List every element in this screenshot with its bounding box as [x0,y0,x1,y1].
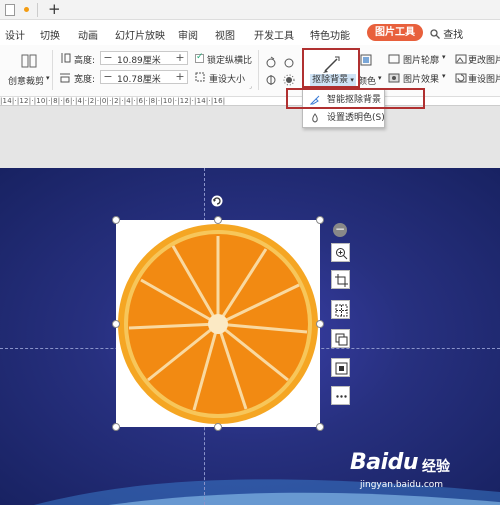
reset-picture-icon[interactable] [455,72,467,84]
height-stepper[interactable]: − 10.89厘米 + [100,51,188,66]
menu-item-set-transparent-color[interactable]: 设置透明色(S) [303,109,385,127]
rotate-left-icon[interactable] [265,56,277,68]
resize-handle-top-left[interactable] [112,216,120,224]
baidu-watermark: Baidu 经验 jingyan.baidu.com [350,450,450,490]
more-icon [336,395,347,398]
layer-button[interactable] [331,329,350,348]
height-input[interactable]: 10.89厘米 [117,53,161,66]
rotate-right-icon[interactable] [283,56,295,68]
menu-developer[interactable]: 开发工具 [254,27,294,42]
width-label: 宽度: [74,75,96,85]
outline-dropdown-arrow-icon[interactable]: ▾ [442,53,446,61]
unsaved-dot-icon [24,7,29,12]
menu-animations[interactable]: 动画 [78,27,98,42]
height-increase-button[interactable]: + [174,51,186,64]
reset-picture-button[interactable]: 重设图片 [468,72,500,85]
remove-background-label: 抠除背景 ▾ [310,74,356,86]
lock-ratio-label[interactable]: 锁定纵横比 [207,53,252,66]
width-stepper[interactable]: − 10.78厘米 + [100,70,188,85]
picture-outline-button[interactable]: 图片轮廓 [403,53,439,66]
picture-outline-icon[interactable] [388,53,400,65]
height-decrease-button[interactable]: − [102,51,114,64]
horizontal-ruler: |14|·|12|·|10|·|8|·|6|·|4|·|2|·|0|·|2|·|… [0,97,500,106]
resize-handle-bottom-right[interactable] [316,423,324,431]
search-icon [430,29,440,39]
crop-button[interactable] [331,270,350,289]
divider [258,50,259,90]
wrap-icon [335,362,348,375]
orange-picture[interactable] [116,220,320,427]
height-label: 高度: [74,56,96,66]
flip-icon[interactable] [265,74,277,86]
width-increase-button[interactable]: + [174,70,186,83]
menu-design[interactable]: 设计 [5,27,25,42]
rotate-handle-icon[interactable] [211,195,223,207]
menu-slideshow[interactable]: 幻灯片放映 [115,27,165,42]
ruler-scale: |14|·|12|·|10|·|8|·|6|·|4|·|2|·|0|·|2|·|… [0,97,226,105]
smart-remove-icon [310,95,320,105]
creative-crop-icon[interactable] [21,53,37,69]
menu-item-smart-remove-background[interactable]: 智能抠除背景 [303,91,384,109]
editor-workspace [0,106,500,168]
document-icon [5,4,15,16]
menu-bar: 设计 切换 动画 幻灯片放映 审阅 视图 开发工具 特色功能 图片工具 查找 [0,21,500,45]
height-icon [61,53,71,63]
change-picture-icon[interactable] [455,53,467,65]
remove-background-menu: 智能抠除背景 设置透明色(S) [302,88,385,128]
resize-handle-right[interactable] [316,320,324,328]
picture-effect-button[interactable]: 图片效果 [403,72,439,85]
grid-button[interactable] [331,300,350,319]
watermark-brand: Baidu [350,450,419,475]
menu-view[interactable]: 视图 [215,27,235,42]
dialog-launcher-icon[interactable]: ⌟ [249,83,252,90]
color-icon[interactable] [360,54,372,66]
resize-handle-bottom[interactable] [214,423,222,431]
resize-handle-top-right[interactable] [316,216,324,224]
menu-special-features[interactable]: 特色功能 [310,27,350,42]
width-icon [60,73,70,83]
resize-handle-bottom-left[interactable] [112,423,120,431]
zoom-button[interactable] [331,243,350,262]
more-button[interactable] [331,386,350,405]
reset-size-button[interactable]: 重设大小 [209,72,245,85]
color-dropdown-arrow-icon[interactable]: ▾ [378,74,382,82]
crop-icon [335,274,348,287]
resize-handle-top[interactable] [214,216,222,224]
new-tab-plus-icon[interactable]: + [48,1,61,17]
watermark-sub: 经验 [422,459,450,475]
picture-effect-icon[interactable] [388,72,400,84]
menu-review[interactable]: 审阅 [178,27,198,42]
tab-picture-tools[interactable]: 图片工具 [367,24,423,41]
search-label: 查找 [443,30,464,41]
creative-crop-button[interactable]: 创意裁剪 [8,74,44,87]
slide-canvas[interactable]: − Baidu 经验 jingyan.baidu.com [0,168,500,505]
effect-dropdown-arrow-icon[interactable]: ▾ [442,72,446,80]
width-input[interactable]: 10.78厘米 [117,72,161,85]
grid-icon [335,304,348,317]
zoom-icon [336,248,348,260]
transparent-color-icon [312,113,318,123]
brightness-icon[interactable] [283,74,295,86]
width-decrease-button[interactable]: − [102,70,114,83]
wrap-button[interactable] [331,358,350,377]
title-bar: + [0,0,500,20]
change-picture-button[interactable]: 更改图片 [468,53,500,66]
resize-handle-left[interactable] [112,320,120,328]
remove-background-button[interactable]: 抠除背景 ▾ [302,48,360,88]
divider [52,50,53,90]
dropdown-arrow-icon[interactable]: ▾ [46,74,50,82]
watermark-url: jingyan.baidu.com [360,480,444,490]
tab-divider [37,3,38,17]
color-button[interactable]: 颜色 [358,74,376,87]
orange-slice-image [118,224,318,424]
search-button[interactable]: 查找 [430,26,463,41]
menu-transitions[interactable]: 切换 [40,27,60,42]
layer-icon [335,333,348,346]
picture-toolbar: 创意裁剪 ▾ 高度: − 10.89厘米 + 宽度: − 10.78厘米 + 锁… [0,45,500,97]
collapse-toolbar-button[interactable]: − [333,223,347,237]
lock-ratio-checkbox[interactable] [195,52,204,63]
reset-size-icon[interactable] [195,72,205,82]
